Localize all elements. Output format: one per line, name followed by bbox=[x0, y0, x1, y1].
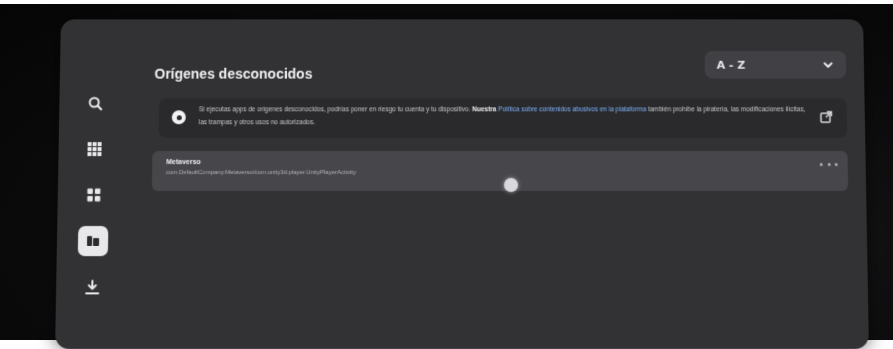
unknown-sources-panel: Orígenes desconocidos A - Z Si ejecutas … bbox=[55, 19, 869, 349]
sidebar-item-apps[interactable] bbox=[79, 180, 109, 210]
sidebar-item-downloads[interactable] bbox=[77, 272, 108, 302]
app-name: Metaverso bbox=[166, 159, 834, 166]
sidebar-item-search[interactable] bbox=[80, 89, 110, 119]
sidebar-item-library-grid[interactable] bbox=[79, 134, 109, 164]
app-package: com.DefaultCompany.Metaverso/com.unity3d… bbox=[166, 170, 834, 176]
list-item[interactable]: Metaverso com.DefaultCompany.Metaverso/c… bbox=[152, 151, 848, 191]
download-icon bbox=[84, 279, 100, 295]
pointer-cursor bbox=[504, 178, 518, 192]
apps-icon bbox=[86, 187, 102, 203]
page-title: Orígenes desconocidos bbox=[154, 66, 312, 82]
external-link-icon[interactable] bbox=[819, 110, 833, 124]
grid-icon bbox=[86, 141, 102, 157]
sort-dropdown[interactable]: A - Z bbox=[705, 51, 847, 79]
sort-selected-value: A - Z bbox=[717, 58, 746, 71]
sidebar-item-unknown-sources[interactable] bbox=[78, 226, 109, 256]
chevron-down-icon bbox=[822, 59, 834, 71]
search-icon bbox=[87, 95, 103, 111]
policy-link[interactable]: Política sobre contenidos abusivos en la… bbox=[498, 106, 646, 113]
more-dots-icon bbox=[820, 163, 823, 166]
warning-text: Si ejecutas apps de orígenes desconocido… bbox=[199, 106, 471, 113]
warning-banner: Si ejecutas apps de orígenes desconocido… bbox=[159, 98, 848, 138]
warning-strong-text: Nuestra bbox=[472, 106, 496, 113]
more-options-button[interactable] bbox=[820, 159, 838, 169]
vr-viewport: Orígenes desconocidos A - Z Si ejecutas … bbox=[0, 4, 893, 340]
sidebar bbox=[74, 89, 113, 303]
info-icon bbox=[172, 110, 186, 124]
unknown-sources-icon bbox=[85, 233, 101, 249]
